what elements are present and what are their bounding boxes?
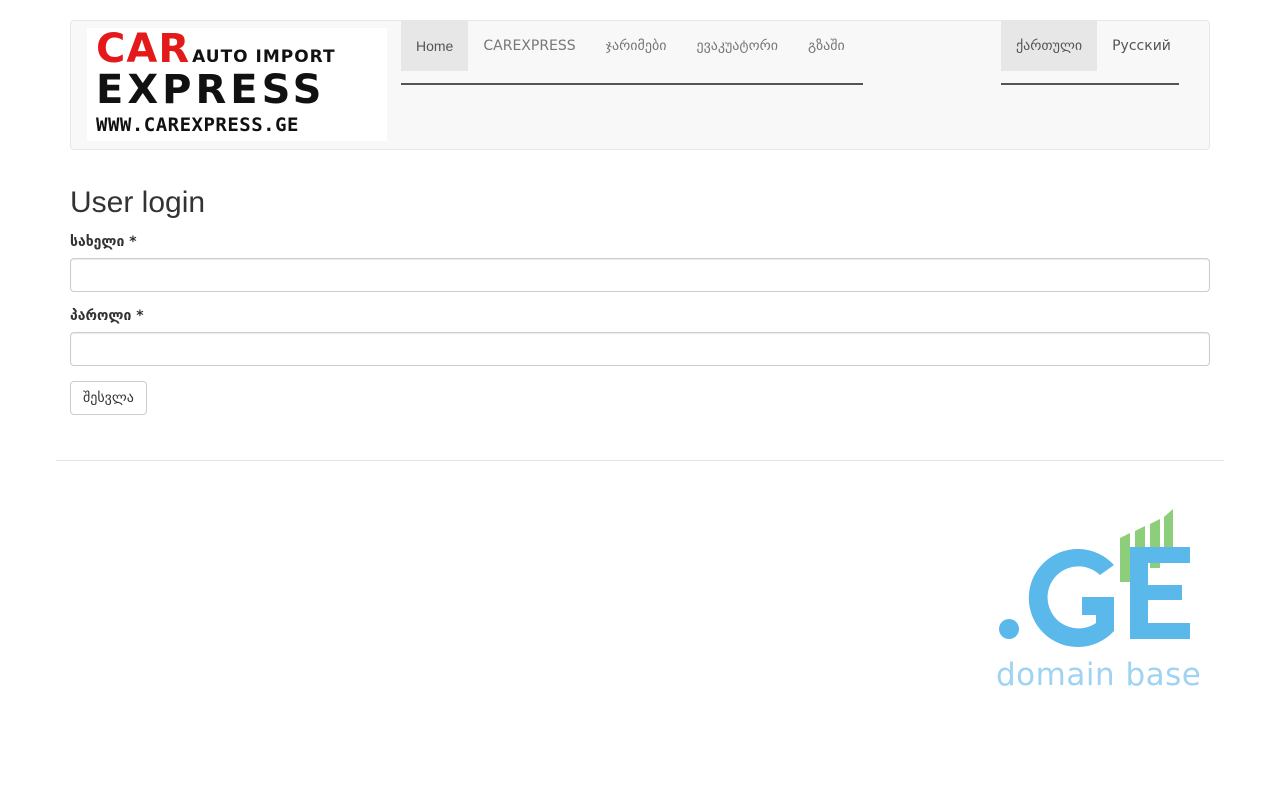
nav-item-carexpress[interactable]: CAREXPRESS xyxy=(468,21,590,71)
main-menu: Home CAREXPRESS ჯარიმები ევაკუატორი გზაშ… xyxy=(401,21,863,85)
logo-line-2: EXPRESS xyxy=(96,67,326,113)
password-label-wrap: პაროლი * xyxy=(70,308,144,324)
footer-divider xyxy=(56,460,1224,461)
password-input[interactable] xyxy=(70,332,1210,366)
login-form: User login სახელი * პაროლი * შესვლა xyxy=(70,186,1210,415)
logo-brand-text: CAR xyxy=(96,28,191,72)
username-label-text: სახელი xyxy=(70,234,125,250)
site-header: CAR AUTO IMPORT EXPRESS WWW.CAREXPRESS.GE… xyxy=(70,20,1210,150)
username-input[interactable] xyxy=(70,258,1210,292)
lang-russian[interactable]: Русский xyxy=(1097,21,1186,71)
password-label: პაროლი * xyxy=(70,308,144,324)
logo-url-text: WWW.CAREXPRESS.GE xyxy=(96,114,299,136)
lang-georgian[interactable]: ქართული xyxy=(1001,21,1098,71)
language-switcher: ქართული Русский xyxy=(1001,21,1179,85)
carexpress-logo[interactable]: CAR AUTO IMPORT EXPRESS WWW.CAREXPRESS.GE xyxy=(87,28,387,141)
nav-item-in-transit[interactable]: გზაში xyxy=(793,21,860,71)
username-label-wrap: სახელი * xyxy=(70,234,137,250)
domain-base-text: domain base xyxy=(996,657,1202,693)
login-button[interactable]: შესვლა xyxy=(70,381,147,415)
password-label-text: პაროლი xyxy=(70,308,132,324)
nav-item-home[interactable]: Home xyxy=(401,21,469,71)
username-label: სახელი * xyxy=(70,234,137,250)
logo-line-1: CAR AUTO IMPORT xyxy=(96,29,336,69)
logo-tagline-text: AUTO IMPORT xyxy=(192,47,336,67)
required-marker: * xyxy=(129,234,137,250)
page-title: User login xyxy=(70,186,206,219)
nav-item-tow-truck[interactable]: ევაკუატორი xyxy=(681,21,793,71)
nav-item-fines[interactable]: ჯარიმები xyxy=(591,21,682,71)
required-marker: * xyxy=(136,308,144,324)
